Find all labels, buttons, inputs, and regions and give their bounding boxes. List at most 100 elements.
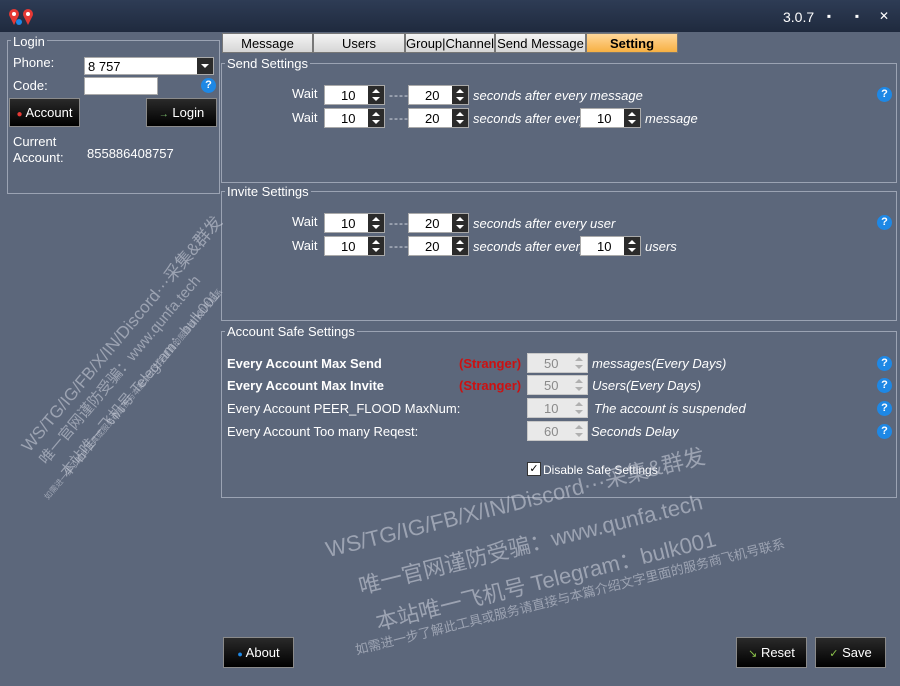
value: 10 [597, 239, 612, 254]
phone-value: 8 757 [88, 59, 121, 74]
too-many-request-label: Every Account Too many Reqest: [227, 424, 419, 439]
max-send-help-icon[interactable]: ? [877, 356, 892, 371]
value: 10 [341, 111, 356, 126]
peer-flood-suffix: The account is suspended [594, 401, 746, 416]
send-wait-min-2[interactable]: 10 [324, 108, 385, 128]
login-legend: Login [11, 34, 47, 49]
invite-wait-min-2[interactable]: 10 [324, 236, 385, 256]
send-row2-text: seconds after every [473, 111, 587, 126]
value: 50 [544, 378, 559, 393]
invite-help-icon[interactable]: ? [877, 215, 892, 230]
max-send-suffix: messages(Every Days) [592, 356, 727, 371]
app-logo-icon [8, 8, 36, 26]
send-settings-legend: Send Settings [225, 56, 310, 71]
invite-row2-text2: users [645, 239, 677, 254]
tab-send-message[interactable]: Send Message [495, 33, 586, 53]
send-help-icon[interactable]: ? [877, 87, 892, 102]
info-icon: ● [237, 649, 243, 659]
invite-settings-legend: Invite Settings [225, 184, 311, 199]
send-wait-max-1[interactable]: 20 [408, 85, 469, 105]
range-dash: ---- [389, 111, 409, 125]
code-label: Code: [13, 78, 48, 93]
value: 20 [425, 111, 440, 126]
value: 20 [425, 88, 440, 103]
invite-wait-min-1[interactable]: 10 [324, 213, 385, 233]
value: 20 [425, 216, 440, 231]
send-row2-text2: message [645, 111, 698, 126]
max-send-tag: (Stranger) [459, 356, 522, 371]
too-many-request-help-icon[interactable]: ? [877, 424, 892, 439]
tab-message[interactable]: Message [222, 33, 313, 53]
about-button[interactable]: ● About [223, 637, 294, 668]
minimize-button[interactable]: ▪ [818, 6, 840, 26]
close-button[interactable]: ✕ [873, 6, 895, 26]
code-help-icon[interactable]: ? [201, 78, 216, 93]
invite-wait-max-1[interactable]: 20 [408, 213, 469, 233]
peer-flood-label: Every Account PEER_FLOOD MaxNum: [227, 401, 461, 416]
reset-icon: ↘ [748, 648, 758, 660]
invite-settings-group [221, 191, 897, 321]
user-icon: ● [16, 109, 23, 120]
check-icon: ✓ [829, 648, 839, 660]
peer-flood-input[interactable]: 10 [527, 398, 588, 418]
code-field[interactable] [84, 77, 158, 95]
tab-setting[interactable]: Setting [586, 33, 678, 53]
invite-row1-text: seconds after every user [473, 216, 616, 231]
too-many-request-input[interactable]: 60 [527, 421, 588, 441]
max-invite-tag: (Stranger) [459, 378, 522, 393]
value: 10 [597, 111, 612, 126]
login-button-label: Login [172, 105, 205, 120]
send-wait-label-1: Wait [292, 86, 318, 101]
max-invite-suffix: Users(Every Days) [592, 378, 702, 393]
reset-button-label: Reset [760, 645, 795, 660]
range-dash: ---- [389, 239, 409, 253]
disable-safe-checkbox[interactable]: ✓ [527, 462, 541, 476]
value: 10 [341, 88, 356, 103]
reset-button[interactable]: ↘ Reset [736, 637, 807, 668]
value: 10 [341, 239, 356, 254]
login-icon: → [158, 109, 169, 120]
value: 60 [544, 424, 559, 439]
version-label: 3.0.7 [783, 9, 815, 25]
max-send-label: Every Account Max Send [227, 356, 382, 371]
value: 50 [544, 356, 559, 371]
safe-settings-legend: Account Safe Settings [225, 324, 357, 339]
phone-dropdown-icon[interactable] [197, 58, 213, 74]
send-wait-min-1[interactable]: 10 [324, 85, 385, 105]
value: 10 [544, 401, 559, 416]
phone-label: Phone: [13, 55, 55, 70]
invite-wait-label-2: Wait [292, 238, 318, 253]
send-row1-text: seconds after every message [473, 88, 643, 103]
current-account-label-2: Account: [13, 150, 64, 165]
peer-flood-help-icon[interactable]: ? [877, 401, 892, 416]
max-invite-label: Every Account Max Invite [227, 378, 385, 393]
current-account-label-1: Current [13, 134, 57, 149]
max-invite-input[interactable]: 50 [527, 375, 588, 395]
invite-row2-text: seconds after every [473, 239, 587, 254]
send-wait-label-2: Wait [292, 110, 318, 125]
tab-group-channel[interactable]: Group|Channel [405, 33, 495, 53]
save-button[interactable]: ✓ Save [815, 637, 886, 668]
about-button-label: About [245, 645, 280, 660]
send-every-count[interactable]: 10 [580, 108, 641, 128]
value: 10 [341, 216, 356, 231]
send-wait-max-2[interactable]: 20 [408, 108, 469, 128]
maximize-button[interactable]: ▪ [846, 6, 868, 26]
range-dash: ---- [389, 216, 409, 230]
account-button-label: Account [25, 105, 73, 120]
account-button[interactable]: ● Account [9, 98, 80, 127]
invite-wait-label-1: Wait [292, 214, 318, 229]
phone-field[interactable]: 8 757 [84, 57, 214, 75]
max-invite-help-icon[interactable]: ? [877, 378, 892, 393]
save-button-label: Save [842, 645, 872, 660]
title-bar: 3.0.7 ▪ ▪ ✕ [0, 0, 900, 32]
value: 20 [425, 239, 440, 254]
max-send-input[interactable]: 50 [527, 353, 588, 373]
current-account-value: 855886408757 [87, 146, 174, 161]
range-dash: ---- [389, 88, 409, 102]
login-button[interactable]: → Login [146, 98, 217, 127]
tab-users[interactable]: Users [313, 33, 405, 53]
too-many-request-suffix: Seconds Delay [591, 424, 679, 439]
invite-wait-max-2[interactable]: 20 [408, 236, 469, 256]
invite-every-count[interactable]: 10 [580, 236, 641, 256]
